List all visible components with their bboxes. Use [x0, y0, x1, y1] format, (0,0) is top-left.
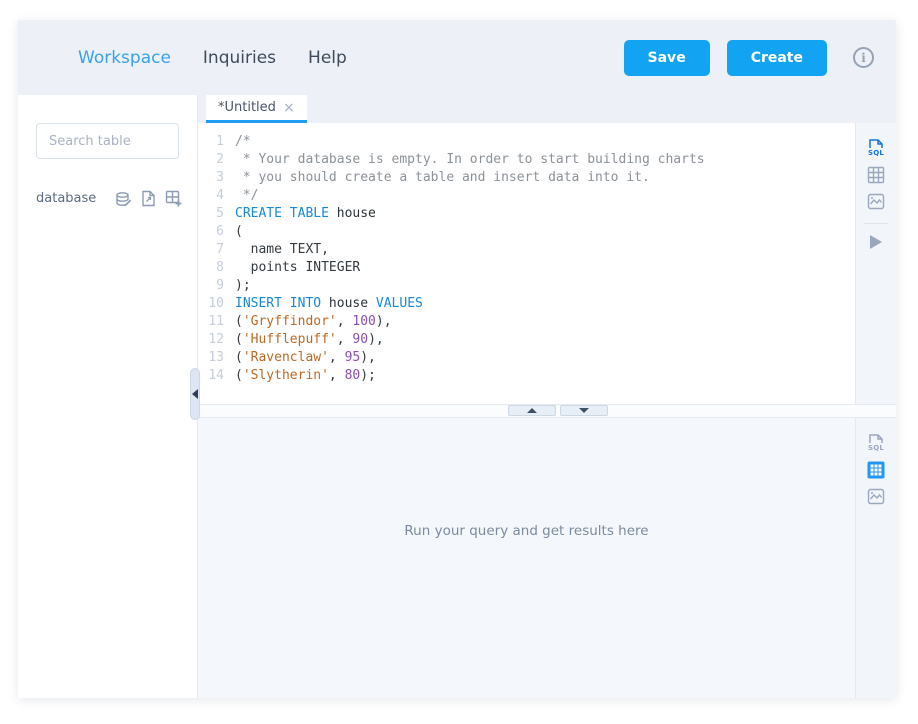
- search-table-input[interactable]: [36, 123, 179, 159]
- main-area: database: [18, 95, 896, 698]
- code-line[interactable]: 5CREATE TABLE house: [198, 205, 855, 223]
- results-panel: Run your query and get results here: [198, 418, 855, 698]
- line-number: 7: [198, 241, 224, 259]
- code-line[interactable]: 6(: [198, 223, 855, 241]
- code-lines: 1/*2 * Your database is empty. In order …: [198, 133, 855, 385]
- line-number: 4: [198, 187, 224, 205]
- editor-row: 1/*2 * Your database is empty. In order …: [198, 123, 896, 405]
- code-text: * you should create a table and insert d…: [224, 169, 650, 187]
- code-text: ('Slytherin', 80);: [224, 367, 376, 385]
- code-text: INSERT INTO house VALUES: [224, 295, 423, 313]
- code-text: points INTEGER: [224, 259, 360, 277]
- chart-image-icon[interactable]: [867, 488, 885, 505]
- line-number: 5: [198, 205, 224, 223]
- code-text: */: [224, 187, 258, 205]
- save-button[interactable]: Save: [624, 40, 710, 76]
- panel-splitter[interactable]: [198, 405, 896, 418]
- tab-bar: *Untitled ×: [198, 95, 896, 123]
- line-number: 8: [198, 259, 224, 277]
- code-line[interactable]: 12('Hufflepuff', 90),: [198, 331, 855, 349]
- line-number: 3: [198, 169, 224, 187]
- splitter-buttons: [508, 405, 612, 416]
- code-line[interactable]: 10INSERT INTO house VALUES: [198, 295, 855, 313]
- database-label: database: [36, 191, 96, 206]
- sql-file-icon[interactable]: SQL: [868, 137, 884, 157]
- expand-down-button[interactable]: [560, 405, 608, 416]
- code-line[interactable]: 4 */: [198, 187, 855, 205]
- tab-untitled[interactable]: *Untitled ×: [206, 95, 307, 123]
- code-line[interactable]: 1/*: [198, 133, 855, 151]
- code-text: );: [224, 277, 251, 295]
- expand-up-button[interactable]: [508, 405, 556, 416]
- results-placeholder: Run your query and get results here: [404, 523, 648, 539]
- sql-code-editor[interactable]: 1/*2 * Your database is empty. In order …: [198, 123, 855, 404]
- line-number: 10: [198, 295, 224, 313]
- code-text: CREATE TABLE house: [224, 205, 376, 223]
- create-button[interactable]: Create: [727, 40, 827, 76]
- editor-rail: SQL: [855, 123, 896, 404]
- table-grid-icon[interactable]: [867, 461, 885, 479]
- sql-file-icon[interactable]: SQL: [868, 432, 884, 452]
- line-number: 14: [198, 367, 224, 385]
- tab-label: *Untitled: [218, 100, 276, 115]
- chevron-left-icon: [192, 389, 198, 399]
- code-text: (: [224, 223, 243, 241]
- line-number: 11: [198, 313, 224, 331]
- database-icon[interactable]: [115, 191, 132, 207]
- database-row[interactable]: database: [36, 190, 179, 207]
- code-text: ('Ravenclaw', 95),: [224, 349, 376, 367]
- info-icon[interactable]: i: [853, 47, 874, 68]
- line-number: 13: [198, 349, 224, 367]
- line-number: 1: [198, 133, 224, 151]
- content-area: *Untitled × 1/*2 * Your database is empt…: [198, 95, 896, 698]
- nav-link-inquiries[interactable]: Inquiries: [203, 48, 276, 68]
- code-line[interactable]: 3 * you should create a table and insert…: [198, 169, 855, 187]
- code-line[interactable]: 2 * Your database is empty. In order to …: [198, 151, 855, 169]
- top-nav: Workspace Inquiries Help Save Create i: [18, 20, 896, 95]
- sidebar: database: [18, 95, 198, 698]
- import-file-icon[interactable]: [141, 190, 156, 207]
- chevron-down-icon: [579, 408, 589, 413]
- code-text: name TEXT,: [224, 241, 329, 259]
- code-text: /*: [224, 133, 251, 151]
- app-window: Workspace Inquiries Help Save Create i d…: [18, 20, 896, 698]
- line-number: 9: [198, 277, 224, 295]
- line-number: 12: [198, 331, 224, 349]
- results-row: Run your query and get results here SQL: [198, 418, 896, 698]
- code-line[interactable]: 8 points INTEGER: [198, 259, 855, 277]
- nav-link-workspace[interactable]: Workspace: [78, 48, 171, 68]
- sidebar-collapse-handle[interactable]: [190, 368, 200, 420]
- code-line[interactable]: 7 name TEXT,: [198, 241, 855, 259]
- code-line[interactable]: 11('Gryffindor', 100),: [198, 313, 855, 331]
- run-icon[interactable]: [869, 234, 883, 250]
- code-line[interactable]: 9);: [198, 277, 855, 295]
- tab-close-icon[interactable]: ×: [283, 100, 295, 116]
- code-text: * Your database is empty. In order to st…: [224, 151, 705, 169]
- nav-link-help[interactable]: Help: [308, 48, 347, 68]
- rail-divider: [864, 223, 888, 224]
- chart-image-icon[interactable]: [867, 193, 885, 210]
- code-text: ('Gryffindor', 100),: [224, 313, 392, 331]
- code-line[interactable]: 13('Ravenclaw', 95),: [198, 349, 855, 367]
- code-text: ('Hufflepuff', 90),: [224, 331, 384, 349]
- add-table-icon[interactable]: [165, 190, 183, 207]
- table-grid-icon[interactable]: [867, 166, 885, 184]
- line-number: 6: [198, 223, 224, 241]
- code-line[interactable]: 14('Slytherin', 80);: [198, 367, 855, 385]
- chevron-up-icon: [527, 408, 537, 413]
- line-number: 2: [198, 151, 224, 169]
- results-rail: SQL: [855, 418, 896, 698]
